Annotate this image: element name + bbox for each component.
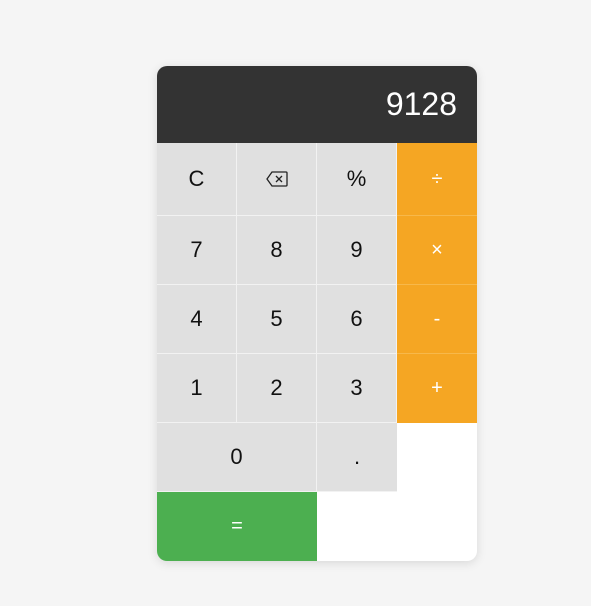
equals-label: =: [231, 515, 243, 537]
digit-8-button[interactable]: 8: [237, 216, 317, 285]
digit-3-button[interactable]: 3: [317, 354, 397, 423]
percent-button[interactable]: %: [317, 143, 397, 216]
add-button[interactable]: +: [397, 354, 477, 423]
divide-button[interactable]: ÷: [397, 143, 477, 216]
subtract-label: -: [433, 307, 441, 330]
multiply-button[interactable]: ×: [397, 216, 477, 285]
digit-6-label: 6: [350, 306, 363, 331]
equals-button[interactable]: =: [157, 492, 317, 561]
divide-label: ÷: [431, 167, 443, 190]
multiply-label: ×: [431, 238, 443, 261]
backspace-icon: [265, 171, 288, 187]
subtract-button[interactable]: -: [397, 285, 477, 354]
digit-3-label: 3: [350, 375, 363, 400]
percent-label: %: [346, 166, 367, 191]
display-value: 9128: [385, 86, 457, 122]
digit-1-label: 1: [190, 375, 203, 400]
decimal-label: .: [353, 444, 361, 469]
clear-label: C: [188, 166, 205, 191]
clear-button[interactable]: C: [157, 143, 237, 216]
digit-0-button[interactable]: 0: [157, 423, 317, 492]
digit-4-label: 4: [190, 306, 203, 331]
digit-8-label: 8: [270, 237, 283, 262]
decimal-button[interactable]: .: [317, 423, 397, 492]
digit-7-button[interactable]: 7: [157, 216, 237, 285]
digit-2-button[interactable]: 2: [237, 354, 317, 423]
digit-9-button[interactable]: 9: [317, 216, 397, 285]
backspace-button[interactable]: [237, 143, 317, 216]
add-label: +: [431, 377, 443, 399]
digit-6-button[interactable]: 6: [317, 285, 397, 354]
calculator: 9128 C % ÷ 7 8 9 × 4 5 6 - 1 2 3 + 0 . =: [157, 66, 477, 561]
digit-4-button[interactable]: 4: [157, 285, 237, 354]
digit-0-label: 0: [230, 444, 243, 469]
display: 9128: [157, 66, 477, 143]
digit-1-button[interactable]: 1: [157, 354, 237, 423]
digit-7-label: 7: [190, 237, 203, 262]
digit-5-label: 5: [270, 306, 283, 331]
digit-5-button[interactable]: 5: [237, 285, 317, 354]
digit-2-label: 2: [270, 375, 283, 400]
digit-9-label: 9: [350, 237, 363, 262]
